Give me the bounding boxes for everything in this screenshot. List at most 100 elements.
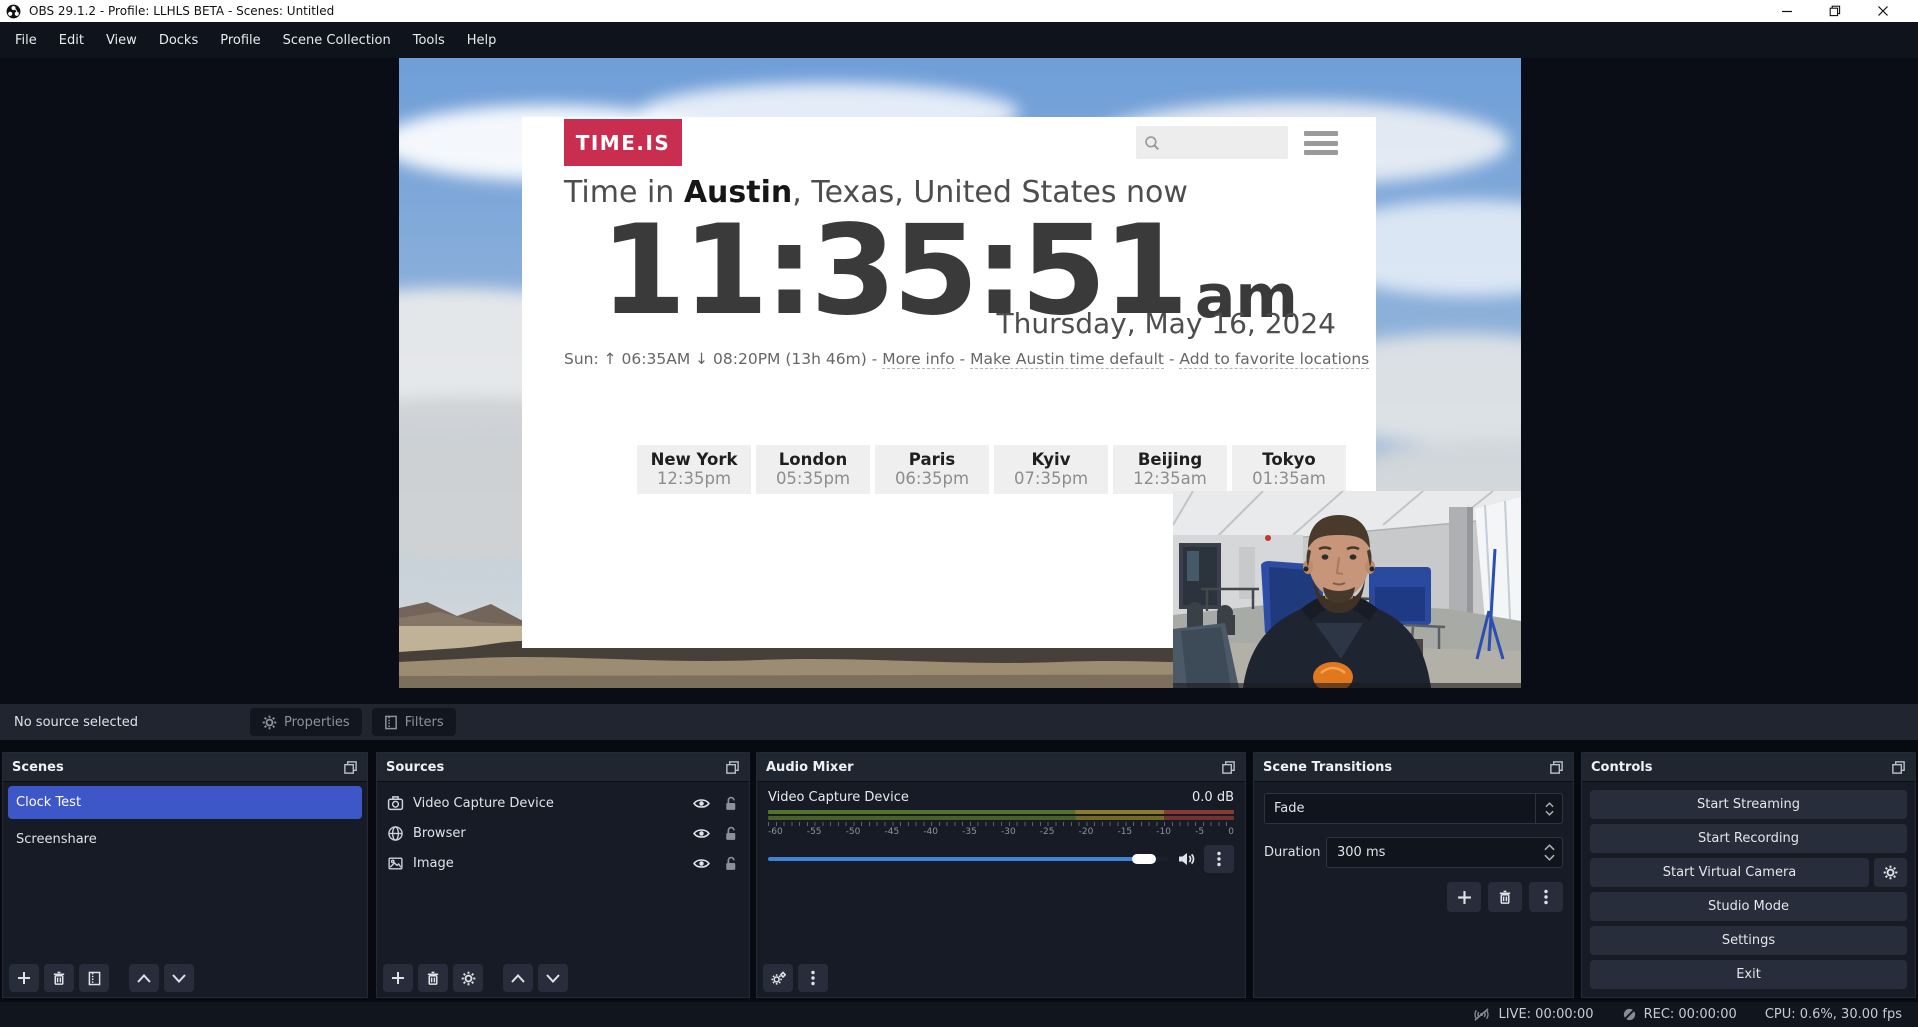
scene-item-clock-test[interactable]: Clock Test <box>8 786 362 819</box>
remove-source-button[interactable] <box>418 964 448 992</box>
advanced-audio-button[interactable] <box>763 964 793 992</box>
record-inactive-icon <box>1622 1007 1637 1022</box>
scenes-toolbar <box>9 964 194 992</box>
scene-item-screenshare[interactable]: Screenshare <box>8 823 362 856</box>
transitions-panel-header: Scene Transitions <box>1254 753 1573 782</box>
remove-transition-button[interactable] <box>1488 882 1522 912</box>
menu-tools[interactable]: Tools <box>402 24 456 57</box>
add-transition-button[interactable] <box>1447 882 1481 912</box>
popout-icon[interactable] <box>1891 760 1906 775</box>
unlock-icon[interactable] <box>722 825 739 842</box>
mixer-options-button[interactable] <box>798 964 828 992</box>
chevron-down-icon <box>172 974 186 983</box>
preview-workspace: TIME.IS Time in Austin, Texas, United St… <box>0 58 1918 704</box>
unlock-icon[interactable] <box>722 855 739 872</box>
select-arrows-icon <box>1536 802 1562 816</box>
menu-view[interactable]: View <box>95 24 148 57</box>
exit-button[interactable]: Exit <box>1590 960 1907 989</box>
sources-panel: Sources Video Capture Device Brow <box>376 752 750 998</box>
add-source-button[interactable] <box>383 964 413 992</box>
move-source-down-button[interactable] <box>538 964 568 992</box>
visibility-eye-icon[interactable] <box>693 795 710 812</box>
more-info-link: More info <box>882 350 954 369</box>
menu-file[interactable]: File <box>4 24 48 57</box>
channel-options-button[interactable] <box>1204 845 1234 873</box>
plus-icon <box>391 971 405 985</box>
gear-icon <box>461 971 476 986</box>
duration-spinbox[interactable]: 300 ms <box>1326 837 1563 868</box>
source-properties-button[interactable] <box>453 964 483 992</box>
timeis-date: Thursday, May 16, 2024 <box>997 307 1336 340</box>
timeis-sun-info: Sun: ↑ 06:35AM ↓ 08:20PM (13h 46m) - Mor… <box>564 350 1336 368</box>
add-scene-button[interactable] <box>9 964 39 992</box>
source-row-image[interactable]: Image <box>377 848 749 878</box>
menu-edit[interactable]: Edit <box>48 24 95 57</box>
menu-bar: File Edit View Docks Profile Scene Colle… <box>0 22 1918 58</box>
restore-button[interactable] <box>1818 1 1852 21</box>
city-tile: London05:35pm <box>756 445 870 494</box>
move-source-up-button[interactable] <box>503 964 533 992</box>
obs-logo-icon <box>6 4 21 19</box>
sources-panel-header: Sources <box>377 753 749 782</box>
popout-icon[interactable] <box>1221 760 1236 775</box>
city-tile: Tokyo01:35am <box>1232 445 1346 494</box>
transition-select[interactable]: Fade <box>1264 793 1563 824</box>
rec-timer: REC: 00:00:00 <box>1644 1007 1737 1022</box>
source-row-browser[interactable]: Browser <box>377 818 749 848</box>
image-icon <box>387 855 404 872</box>
volume-slider[interactable] <box>768 857 1168 861</box>
webcam-scene <box>1173 491 1521 688</box>
popout-icon[interactable] <box>725 760 740 775</box>
program-preview-canvas[interactable]: TIME.IS Time in Austin, Texas, United St… <box>399 58 1521 688</box>
start-recording-button[interactable]: Start Recording <box>1590 824 1907 853</box>
menu-scene-collection[interactable]: Scene Collection <box>272 24 402 57</box>
city-tile: New York12:35pm <box>637 445 751 494</box>
popout-icon[interactable] <box>343 760 358 775</box>
visibility-eye-icon[interactable] <box>693 855 710 872</box>
city-tile: Paris06:35pm <box>875 445 989 494</box>
city-tile: Kyiv07:35pm <box>994 445 1108 494</box>
filter-icon <box>384 715 398 730</box>
city-tile: Beijing12:35am <box>1113 445 1227 494</box>
meter-tick-marks <box>768 822 1234 826</box>
gear-icon <box>1883 865 1898 880</box>
dots-vertical-icon <box>811 970 815 986</box>
trash-icon <box>1498 890 1512 905</box>
transition-options-button[interactable] <box>1529 882 1563 912</box>
move-scene-down-button[interactable] <box>164 964 194 992</box>
live-timer: LIVE: 00:00:00 <box>1498 1007 1593 1022</box>
volume-slider-handle[interactable] <box>1132 854 1156 864</box>
window-title: OBS 29.1.2 - Profile: LLHLS BETA - Scene… <box>29 4 334 18</box>
speaker-icon[interactable] <box>1177 851 1195 867</box>
settings-button[interactable]: Settings <box>1590 926 1907 955</box>
menu-help[interactable]: Help <box>456 24 508 57</box>
minimize-button[interactable] <box>1770 1 1804 21</box>
scene-transitions-panel: Scene Transitions Fade Duration 300 ms <box>1253 752 1574 998</box>
camera-icon <box>387 795 404 812</box>
close-button[interactable] <box>1866 1 1900 21</box>
virtual-camera-config-button[interactable] <box>1874 858 1907 887</box>
scene-filters-button[interactable] <box>79 964 109 992</box>
selected-source-toolbar: No source selected Properties Filters <box>0 704 1918 744</box>
spin-down-icon[interactable] <box>1544 854 1555 861</box>
window-titlebar: OBS 29.1.2 - Profile: LLHLS BETA - Scene… <box>0 0 1918 22</box>
properties-button[interactable]: Properties <box>250 708 362 736</box>
spin-up-icon[interactable] <box>1544 844 1555 851</box>
start-virtual-camera-button[interactable]: Start Virtual Camera <box>1590 858 1869 887</box>
filters-button[interactable]: Filters <box>372 708 456 736</box>
unlock-icon[interactable] <box>722 795 739 812</box>
dots-vertical-icon <box>1217 851 1221 867</box>
move-scene-up-button[interactable] <box>129 964 159 992</box>
cpu-fps-text: CPU: 0.6%, 30.00 fps <box>1765 1007 1902 1022</box>
studio-mode-button[interactable]: Studio Mode <box>1590 892 1907 921</box>
close-icon <box>1877 5 1889 17</box>
start-streaming-button[interactable]: Start Streaming <box>1590 790 1907 819</box>
gear-icon <box>262 715 277 730</box>
menu-docks[interactable]: Docks <box>148 24 209 57</box>
remove-scene-button[interactable] <box>44 964 74 992</box>
source-row-video-capture[interactable]: Video Capture Device <box>377 788 749 818</box>
menu-profile[interactable]: Profile <box>209 24 271 57</box>
visibility-eye-icon[interactable] <box>693 825 710 842</box>
source-status-text: No source selected <box>14 715 138 730</box>
popout-icon[interactable] <box>1549 760 1564 775</box>
